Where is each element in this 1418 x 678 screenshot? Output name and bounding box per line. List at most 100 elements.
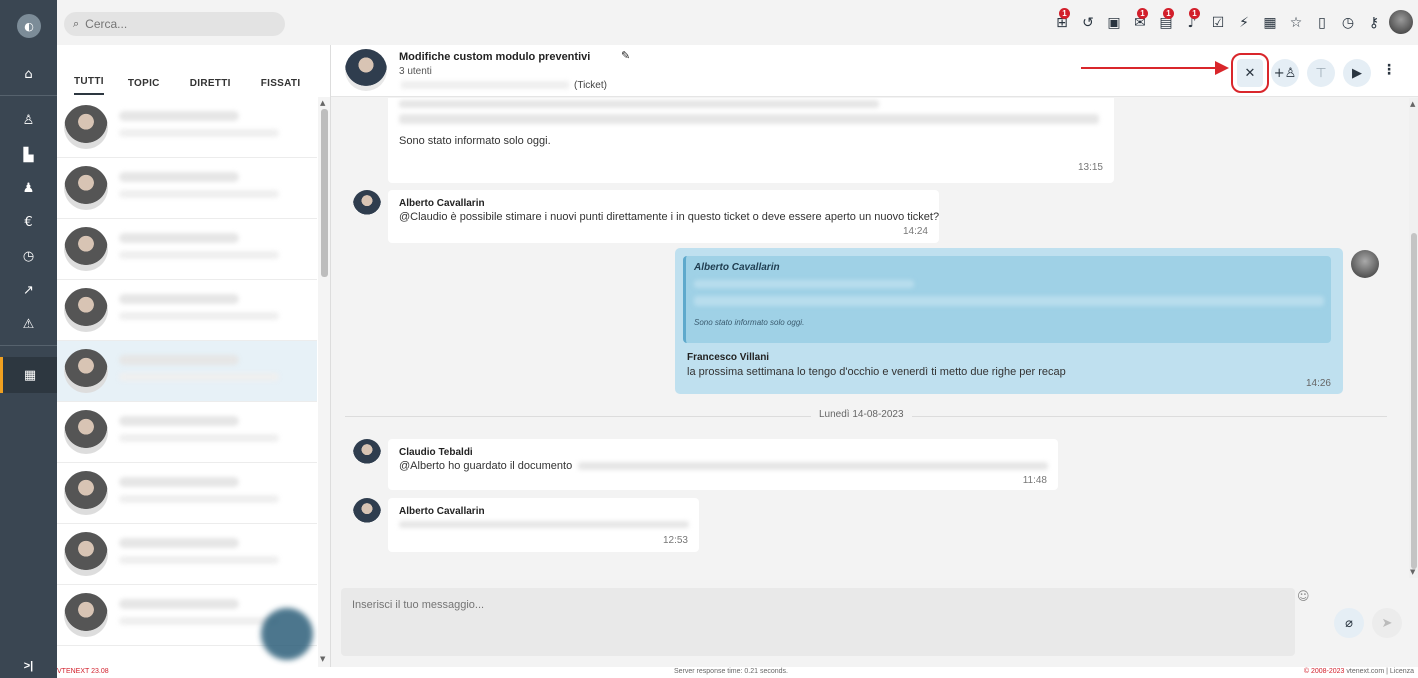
process-icon[interactable]: ⊞ 1 — [1050, 8, 1074, 34]
flash-icon[interactable]: ⚡ — [1232, 12, 1256, 34]
contact-card-icon[interactable]: ▦ — [1258, 12, 1282, 34]
chat-icon[interactable]: ▤ 1 — [1154, 8, 1178, 34]
chat-avatar — [64, 593, 108, 637]
send-icon[interactable]: ➤ — [1372, 608, 1402, 638]
message-list: Sono stato informato solo oggi. 13:15 Al… — [331, 98, 1409, 578]
chat-list-item[interactable] — [57, 402, 317, 463]
rail-divider — [0, 345, 57, 346]
chat-list-item[interactable] — [57, 158, 317, 219]
message-time: 13:15 — [1077, 162, 1103, 173]
chat-list-item[interactable] — [57, 280, 317, 341]
bell-icon[interactable]: ♪ 1 — [1180, 8, 1204, 34]
building-icon[interactable]: ▙ — [0, 143, 57, 167]
copyright: © 2008-2023 vtenext.com | Licenza — [1304, 668, 1414, 675]
warning-icon[interactable]: ⚠ — [0, 312, 57, 336]
message-time: 12:53 — [662, 535, 688, 546]
star-icon-glyph: ☆ — [1289, 15, 1303, 31]
video-call-icon[interactable]: ▶ — [1343, 59, 1371, 87]
search-box[interactable]: ⌕ — [64, 12, 285, 36]
message-text: @Alberto ho guardato il documento — [399, 460, 573, 472]
quoted-message: Alberto Cavallarin Sono stato informato … — [683, 256, 1331, 343]
scroll-up-icon[interactable]: ▲ — [1410, 100, 1415, 108]
add-user-icon[interactable]: +♙ — [1271, 59, 1299, 87]
timer-icon[interactable]: ◷ — [1336, 12, 1360, 34]
date-separator: Lunedì 14-08-2023 — [811, 409, 912, 420]
document-icon[interactable]: ▯ — [1310, 12, 1334, 34]
notification-badge: 1 — [1137, 8, 1148, 19]
notification-badge: 1 — [1059, 8, 1070, 19]
blurred-text — [119, 434, 279, 442]
close-icon[interactable]: ✕ — [1231, 53, 1269, 93]
blurred-text — [119, 355, 239, 365]
scroll-down-icon[interactable]: ▼ — [1410, 568, 1415, 576]
chat-avatar — [64, 410, 108, 454]
left-rail: ◐ ⌂ ♙ ▙ ♟ € ◷ ↗ ⚠ ▦ >| — [0, 0, 57, 678]
blurred-text — [119, 477, 239, 487]
collapse-rail-button[interactable]: >| — [0, 654, 57, 678]
home-icon[interactable]: ⌂ — [0, 62, 57, 86]
new-chat-button[interactable] — [261, 608, 313, 660]
message-input[interactable] — [341, 588, 1295, 656]
chat-users-count[interactable]: 3 utenti — [399, 66, 432, 77]
attachment-icon[interactable]: ⌀ — [1334, 608, 1364, 638]
copyright-years: © 2008-2023 — [1303, 668, 1345, 675]
blurred-text — [119, 129, 279, 137]
chat-list-item[interactable] — [57, 341, 317, 402]
app-logo-icon[interactable]: ◐ — [17, 14, 41, 38]
key-icon-glyph: ⚷ — [1368, 15, 1380, 31]
pin-icon[interactable]: ⊤ — [1307, 59, 1335, 87]
trend-icon[interactable]: ↗ — [0, 278, 57, 302]
chat-avatar — [345, 49, 387, 91]
grid-icon[interactable]: ▦ — [0, 357, 57, 393]
person-icon[interactable]: ♟ — [0, 176, 57, 200]
blurred-text — [119, 495, 279, 503]
scroll-down-icon[interactable]: ▼ — [320, 655, 325, 663]
blurred-text — [119, 172, 239, 182]
euro-icon[interactable]: € — [0, 210, 57, 234]
search-input[interactable] — [85, 17, 266, 31]
chat-area: Modifiche custom modulo preventivi ✎ 3 u… — [330, 45, 1418, 667]
site-link[interactable]: vtenext.com — [1346, 668, 1384, 675]
calendar-icon[interactable]: ▣ — [1102, 12, 1126, 34]
chat-list-item[interactable] — [57, 463, 317, 524]
chat-list-panel: TUTTI TOPIC DIRETTI FISSATI ▲ ▼ — [57, 45, 330, 667]
chat-list-item[interactable] — [57, 97, 317, 158]
user-avatar[interactable] — [1389, 10, 1413, 34]
chat-list-item[interactable] — [57, 219, 317, 280]
message-avatar — [353, 190, 381, 218]
blurred-text — [119, 111, 239, 121]
tab-topic[interactable]: TOPIC — [128, 78, 170, 97]
annotation-arrow — [1081, 67, 1219, 69]
key-icon[interactable]: ⚷ — [1362, 12, 1386, 34]
more-options-icon[interactable]: ⋮ — [1382, 62, 1396, 78]
scroll-up-icon[interactable]: ▲ — [320, 99, 325, 107]
tab-tutti[interactable]: TUTTI — [74, 76, 104, 95]
tab-fissati[interactable]: FISSATI — [261, 78, 311, 97]
blurred-text — [119, 556, 279, 564]
edit-pencil-icon[interactable]: ✎ — [621, 49, 630, 62]
chat-title: Modifiche custom modulo preventivi — [399, 51, 591, 63]
chat-scrollbar[interactable]: ▲ ▼ — [1409, 98, 1418, 578]
clock-icon[interactable]: ◷ — [0, 244, 57, 268]
chat-avatar — [64, 349, 108, 393]
star-icon[interactable]: ☆ — [1284, 12, 1308, 34]
chat-list-item[interactable] — [57, 524, 317, 585]
mail-icon[interactable]: ✉ 1 — [1128, 8, 1152, 34]
license-link[interactable]: | Licenza — [1386, 668, 1414, 675]
scrollbar-thumb[interactable] — [1411, 233, 1417, 569]
chat-list — [57, 97, 317, 667]
history-icon[interactable]: ↺ — [1076, 12, 1100, 34]
scrollbar-thumb[interactable] — [321, 109, 328, 277]
message-author: Claudio Tebaldi — [399, 447, 473, 458]
timer-icon-glyph: ◷ — [1341, 15, 1355, 31]
task-icon[interactable]: ☑ — [1206, 12, 1230, 34]
chat-avatar — [64, 471, 108, 515]
emoji-icon[interactable]: ☺ — [1297, 589, 1310, 603]
chat-list-scrollbar[interactable]: ▲ ▼ — [318, 97, 330, 667]
tab-diretti[interactable]: DIRETTI — [190, 78, 241, 97]
chat-ticket-label[interactable]: (Ticket) — [574, 80, 607, 91]
message-composer — [341, 588, 1295, 656]
quote-text: Sono stato informato solo oggi. — [694, 318, 805, 327]
own-avatar — [1351, 250, 1379, 278]
user-icon[interactable]: ♙ — [0, 108, 57, 132]
